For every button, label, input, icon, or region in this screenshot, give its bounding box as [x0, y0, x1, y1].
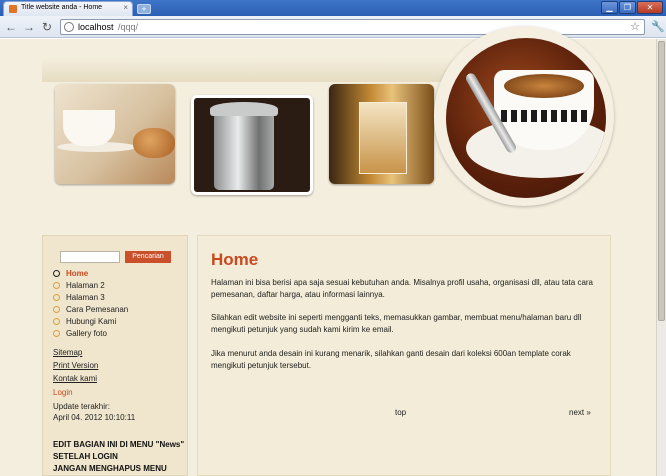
- content-paragraph: Silahkan edit website ini seperti mengga…: [211, 313, 582, 334]
- sidebar-item-gallery-foto[interactable]: Gallery foto: [53, 328, 107, 339]
- header-photo-french-press: [191, 95, 313, 195]
- tab-title: Title website anda - Home: [21, 4, 103, 11]
- search-button[interactable]: Pencarian: [125, 251, 171, 263]
- glass-shape: [359, 102, 407, 174]
- search-input[interactable]: [60, 251, 120, 263]
- browser-tab[interactable]: Title website anda - Home ×: [3, 1, 133, 16]
- header-band: [42, 56, 462, 82]
- sidebar-item-label: Halaman 3: [66, 293, 105, 302]
- news-note: SETELAH LOGIN: [53, 452, 118, 461]
- next-link[interactable]: next »: [569, 408, 591, 417]
- page-title: Home: [211, 250, 259, 269]
- content-paragraph: Halaman ini bisa berisi apa saja sesuai …: [211, 278, 594, 299]
- url-host: localhost: [78, 22, 114, 32]
- top-link[interactable]: top: [395, 408, 406, 417]
- sidebar-item-home[interactable]: Home: [53, 268, 88, 279]
- tab-close-icon[interactable]: ×: [123, 3, 128, 12]
- window-controls: ▁ ❐ ✕: [600, 1, 663, 14]
- favicon-icon: [9, 5, 17, 13]
- header-photo-cup: [55, 84, 175, 184]
- print-version-link[interactable]: Print Version: [53, 361, 98, 370]
- news-note: EDIT BAGIAN INI DI MENU "News": [53, 440, 185, 449]
- wrench-icon[interactable]: 🔧: [651, 20, 665, 33]
- sidebar-item-label: Home: [66, 269, 89, 278]
- sitemap-link[interactable]: Sitemap: [53, 348, 82, 357]
- browser-titlebar: Title website anda - Home × + ▁ ❐ ✕: [0, 0, 666, 16]
- news-note: JANGAN MENGHAPUS MENU: [53, 464, 167, 473]
- press-shape: [214, 112, 274, 190]
- sidebar-item-cara-pemesanan[interactable]: Cara Pemesanan: [53, 304, 128, 315]
- press-lid-shape: [210, 102, 278, 116]
- bookmark-star-icon[interactable]: ☆: [630, 20, 640, 33]
- coffee-shape: [504, 74, 584, 98]
- back-icon[interactable]: ←: [4, 20, 18, 34]
- scrollbar-thumb[interactable]: [658, 41, 665, 321]
- new-tab-button[interactable]: +: [137, 4, 151, 14]
- maximize-button[interactable]: ❐: [619, 1, 636, 14]
- reload-icon[interactable]: ↻: [40, 20, 54, 34]
- bullet-icon: [53, 270, 60, 277]
- sidebar-item-halaman-2[interactable]: Halaman 2: [53, 280, 105, 291]
- sidebar-item-label: Hubungi Kami: [66, 317, 117, 326]
- sidebar-item-hubungi-kami[interactable]: Hubungi Kami: [53, 316, 116, 327]
- sidebar-item-label: Gallery foto: [66, 329, 107, 338]
- forward-icon[interactable]: →: [22, 20, 36, 34]
- bullet-icon: [53, 282, 60, 289]
- content-paragraph: Jika menurut anda desain ini kurang mena…: [211, 349, 571, 370]
- bullet-icon: [53, 306, 60, 313]
- bullet-icon: [53, 294, 60, 301]
- sidebar-item-label: Halaman 2: [66, 281, 105, 290]
- minimize-button[interactable]: ▁: [601, 1, 618, 14]
- globe-icon: [64, 22, 74, 32]
- sidebar-item-halaman-3[interactable]: Halaman 3: [53, 292, 105, 303]
- bullet-icon: [53, 318, 60, 325]
- browser-toolbar: ← → ↻ localhost /qqq/ ☆ 🔧: [0, 16, 666, 38]
- header-photo-glass: [329, 84, 434, 184]
- update-date: April 04. 2012 10:10:11: [53, 413, 136, 422]
- sidebar-item-label: Cara Pemesanan: [66, 305, 129, 314]
- cup-shape: [63, 110, 115, 146]
- bullet-icon: [53, 330, 60, 337]
- close-window-button[interactable]: ✕: [637, 1, 663, 14]
- cup-stripe-shape: [501, 110, 587, 122]
- update-label: Update terakhir:: [53, 402, 110, 411]
- bread-shape: [133, 128, 175, 158]
- header-photo-espresso: [446, 38, 606, 198]
- login-link[interactable]: Login: [53, 388, 73, 397]
- url-path: /qqq/: [118, 22, 139, 32]
- vertical-scrollbar[interactable]: [656, 39, 666, 476]
- kontak-kami-link[interactable]: Kontak kami: [53, 374, 97, 383]
